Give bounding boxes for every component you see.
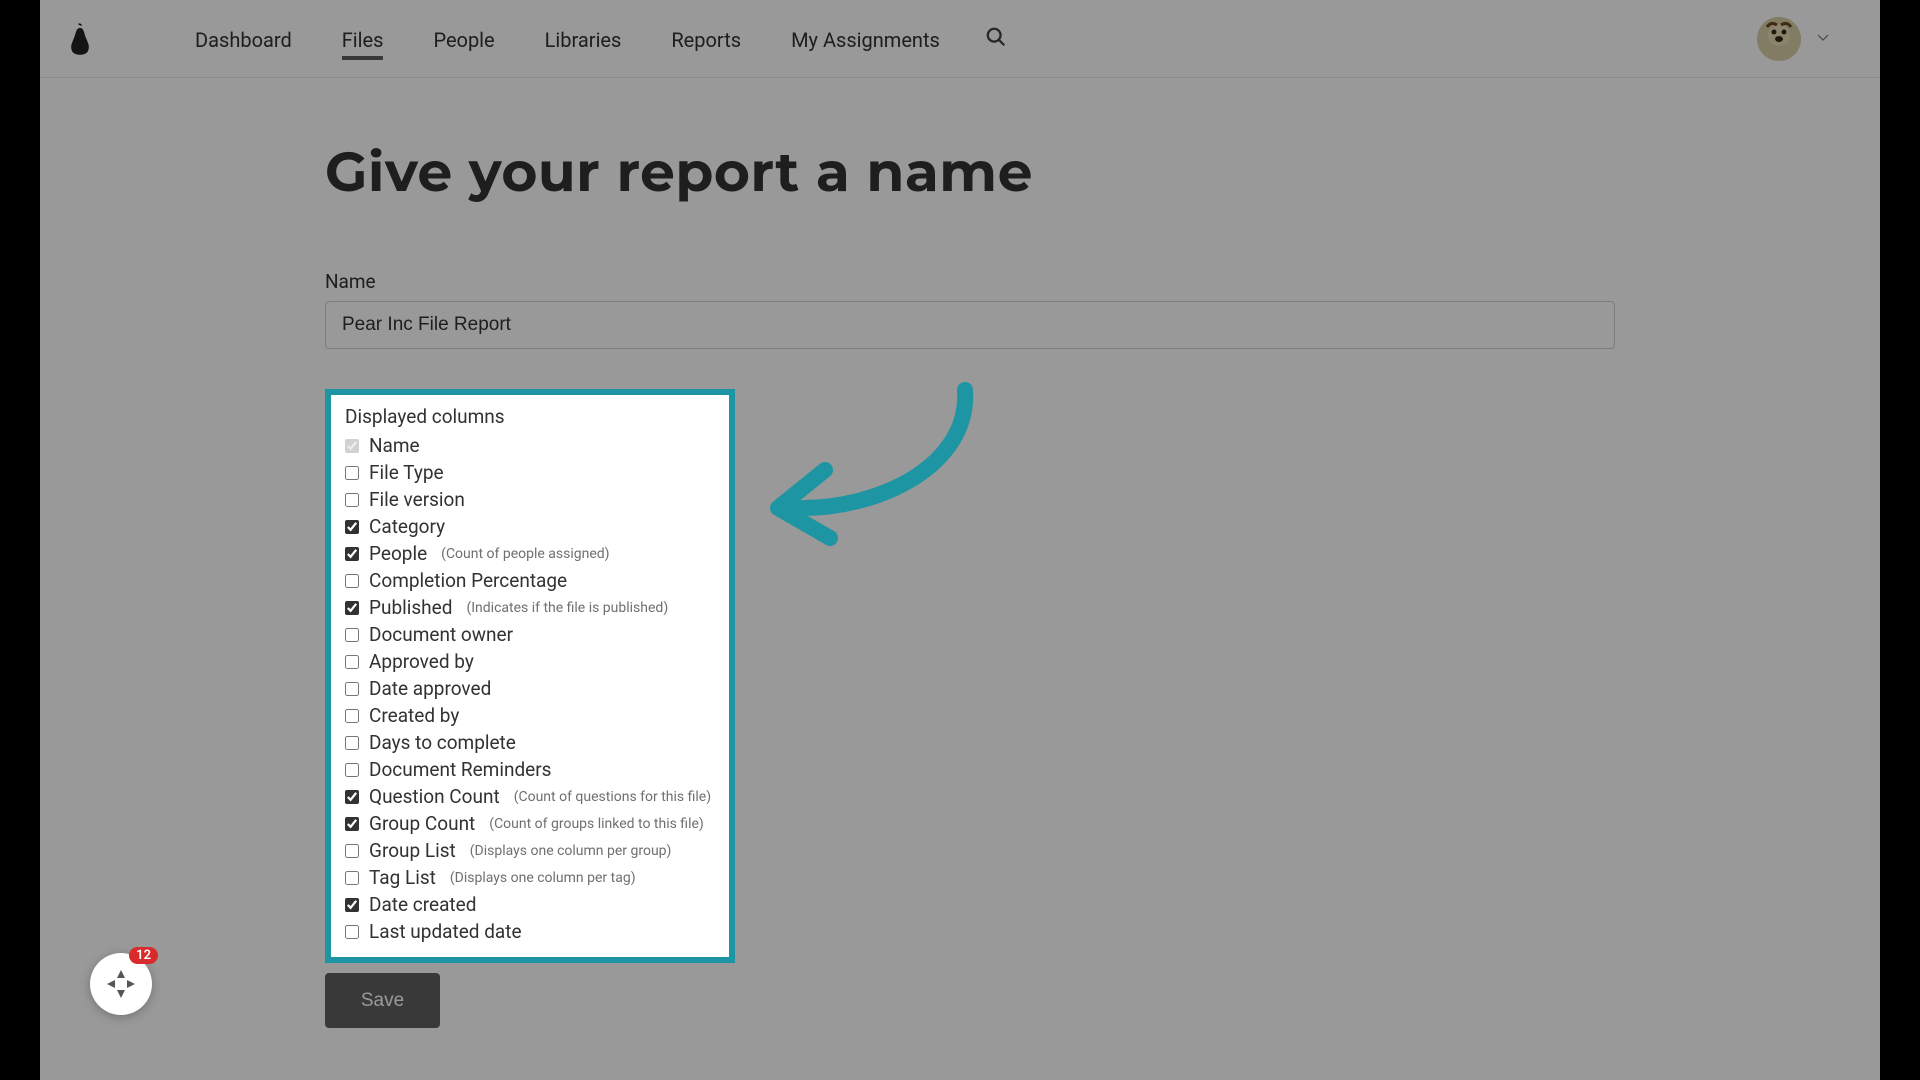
column-row: File Type [345,459,715,486]
column-checkbox-group-list[interactable] [345,844,359,858]
save-button[interactable]: Save [325,973,440,1028]
name-label: Name [325,270,1615,293]
nav-item-dashboard[interactable]: Dashboard [195,2,292,76]
nav-items: Dashboard Files People Libraries Reports My A… [195,2,940,76]
column-row: Category [345,513,715,540]
column-checkbox-published[interactable] [345,601,359,615]
column-row: File version [345,486,715,513]
column-checkbox-tag-list[interactable] [345,871,359,885]
column-label[interactable]: Question Count [369,785,500,808]
column-label[interactable]: Completion Percentage [369,569,567,592]
column-checkbox-days-to-complete[interactable] [345,736,359,750]
help-widget[interactable]: 12 [90,953,152,1015]
column-hint: (Indicates if the file is published) [466,600,668,616]
column-label: Name [369,434,420,457]
column-label[interactable]: Last updated date [369,920,522,943]
column-row: Group List (Displays one column per group… [345,837,715,864]
column-row: Days to complete [345,729,715,756]
nav-item-reports[interactable]: Reports [671,2,741,76]
column-checkbox-completion-percentage[interactable] [345,574,359,588]
column-row: Document Reminders [345,756,715,783]
column-label[interactable]: Group List [369,839,456,862]
column-hint: (Count of questions for this file) [514,789,711,805]
page-title: Give your report a name [325,138,1615,205]
column-row: Created by [345,702,715,729]
column-label[interactable]: Published [369,596,452,619]
help-badge: 12 [129,947,158,964]
column-hint: (Count of people assigned) [441,546,609,562]
displayed-columns-heading: Displayed columns [345,405,715,428]
column-row: Document owner [345,621,715,648]
column-row: Date approved [345,675,715,702]
column-checkbox-document-owner[interactable] [345,628,359,642]
column-hint: (Count of groups linked to this file) [489,816,704,832]
column-row: Published (Indicates if the file is publi… [345,594,715,621]
column-row: Date created [345,891,715,918]
column-row: Group Count (Count of groups linked to th… [345,810,715,837]
column-label[interactable]: Days to complete [369,731,516,754]
logo-icon[interactable] [60,19,100,59]
column-checkbox-question-count[interactable] [345,790,359,804]
column-row: People (Count of people assigned) [345,540,715,567]
column-checkbox-approved-by[interactable] [345,655,359,669]
chevron-down-icon[interactable] [1816,29,1830,48]
column-checkbox-category[interactable] [345,520,359,534]
column-checkbox-people[interactable] [345,547,359,561]
column-label[interactable]: Group Count [369,812,475,835]
avatar[interactable] [1757,17,1801,61]
column-label[interactable]: Date created [369,893,476,916]
column-checkbox-last-updated-date[interactable] [345,925,359,939]
column-label[interactable]: Tag List [369,866,436,889]
top-nav: Dashboard Files People Libraries Reports My A… [40,0,1880,78]
column-label[interactable]: File version [369,488,465,511]
column-row: Completion Percentage [345,567,715,594]
column-checkbox-date-approved[interactable] [345,682,359,696]
column-checkbox-file-version[interactable] [345,493,359,507]
nav-item-my-assignments[interactable]: My Assignments [791,2,940,76]
column-label[interactable]: Created by [369,704,459,727]
column-row: Approved by [345,648,715,675]
column-label[interactable]: People [369,542,427,565]
displayed-columns-panel: Displayed columns Name File Type File vers… [325,389,735,963]
nav-item-people[interactable]: People [433,2,494,76]
column-label[interactable]: Date approved [369,677,491,700]
column-label[interactable]: File Type [369,461,444,484]
column-checkbox-document-reminders[interactable] [345,763,359,777]
columns-list: Name File Type File version Category People (… [345,432,715,945]
app-frame: Dashboard Files People Libraries Reports My A… [40,0,1880,1080]
search-icon[interactable] [985,26,1007,52]
column-label[interactable]: Category [369,515,445,538]
nav-item-libraries[interactable]: Libraries [545,2,622,76]
column-row: Question Count (Count of questions for th… [345,783,715,810]
column-row: Tag List (Displays one column per tag) [345,864,715,891]
column-label[interactable]: Approved by [369,650,474,673]
column-row: Name [345,432,715,459]
column-hint: (Displays one column per group) [470,843,672,859]
page-body: Give your report a name Name Displayed c… [40,78,1880,1028]
column-label[interactable]: Document Reminders [369,758,551,781]
column-hint: (Displays one column per tag) [450,870,636,886]
column-checkbox-name [345,439,359,453]
column-label[interactable]: Document owner [369,623,513,646]
column-checkbox-date-created[interactable] [345,898,359,912]
report-name-input[interactable] [325,301,1615,349]
column-row: Last updated date [345,918,715,945]
column-checkbox-created-by[interactable] [345,709,359,723]
column-checkbox-group-count[interactable] [345,817,359,831]
column-checkbox-file-type[interactable] [345,466,359,480]
nav-item-files[interactable]: Files [342,2,384,76]
